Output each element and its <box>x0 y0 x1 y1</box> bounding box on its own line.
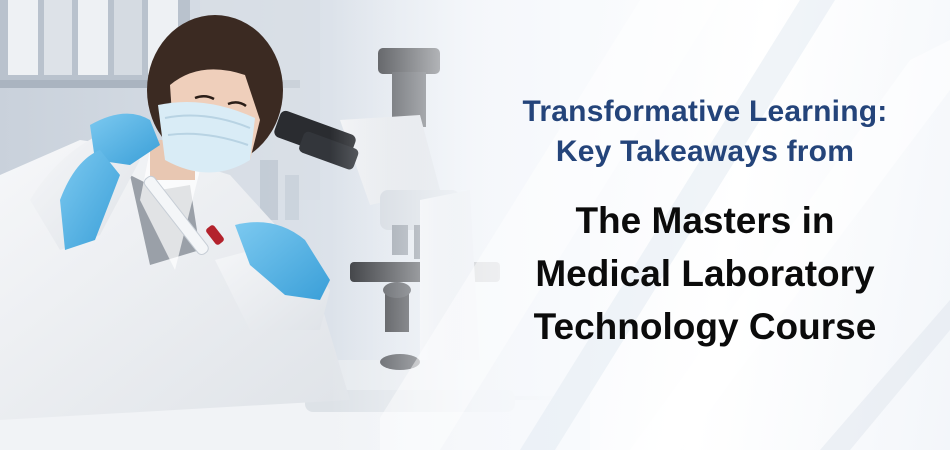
headline-block: Transformative Learning: Key Takeaways f… <box>470 92 940 353</box>
face-mask <box>158 101 255 173</box>
headline-title-line-2: Medical Laboratory <box>535 253 875 294</box>
headline-title-line-3: Technology Course <box>533 306 877 347</box>
headline-title-line-1: The Masters in <box>575 200 835 241</box>
headline-subtitle-line-1: Transformative Learning: <box>522 95 888 128</box>
headline-subtitle-line-2: Key Takeaways from <box>555 135 855 168</box>
banner: Transformative Learning: Key Takeaways f… <box>0 0 950 450</box>
